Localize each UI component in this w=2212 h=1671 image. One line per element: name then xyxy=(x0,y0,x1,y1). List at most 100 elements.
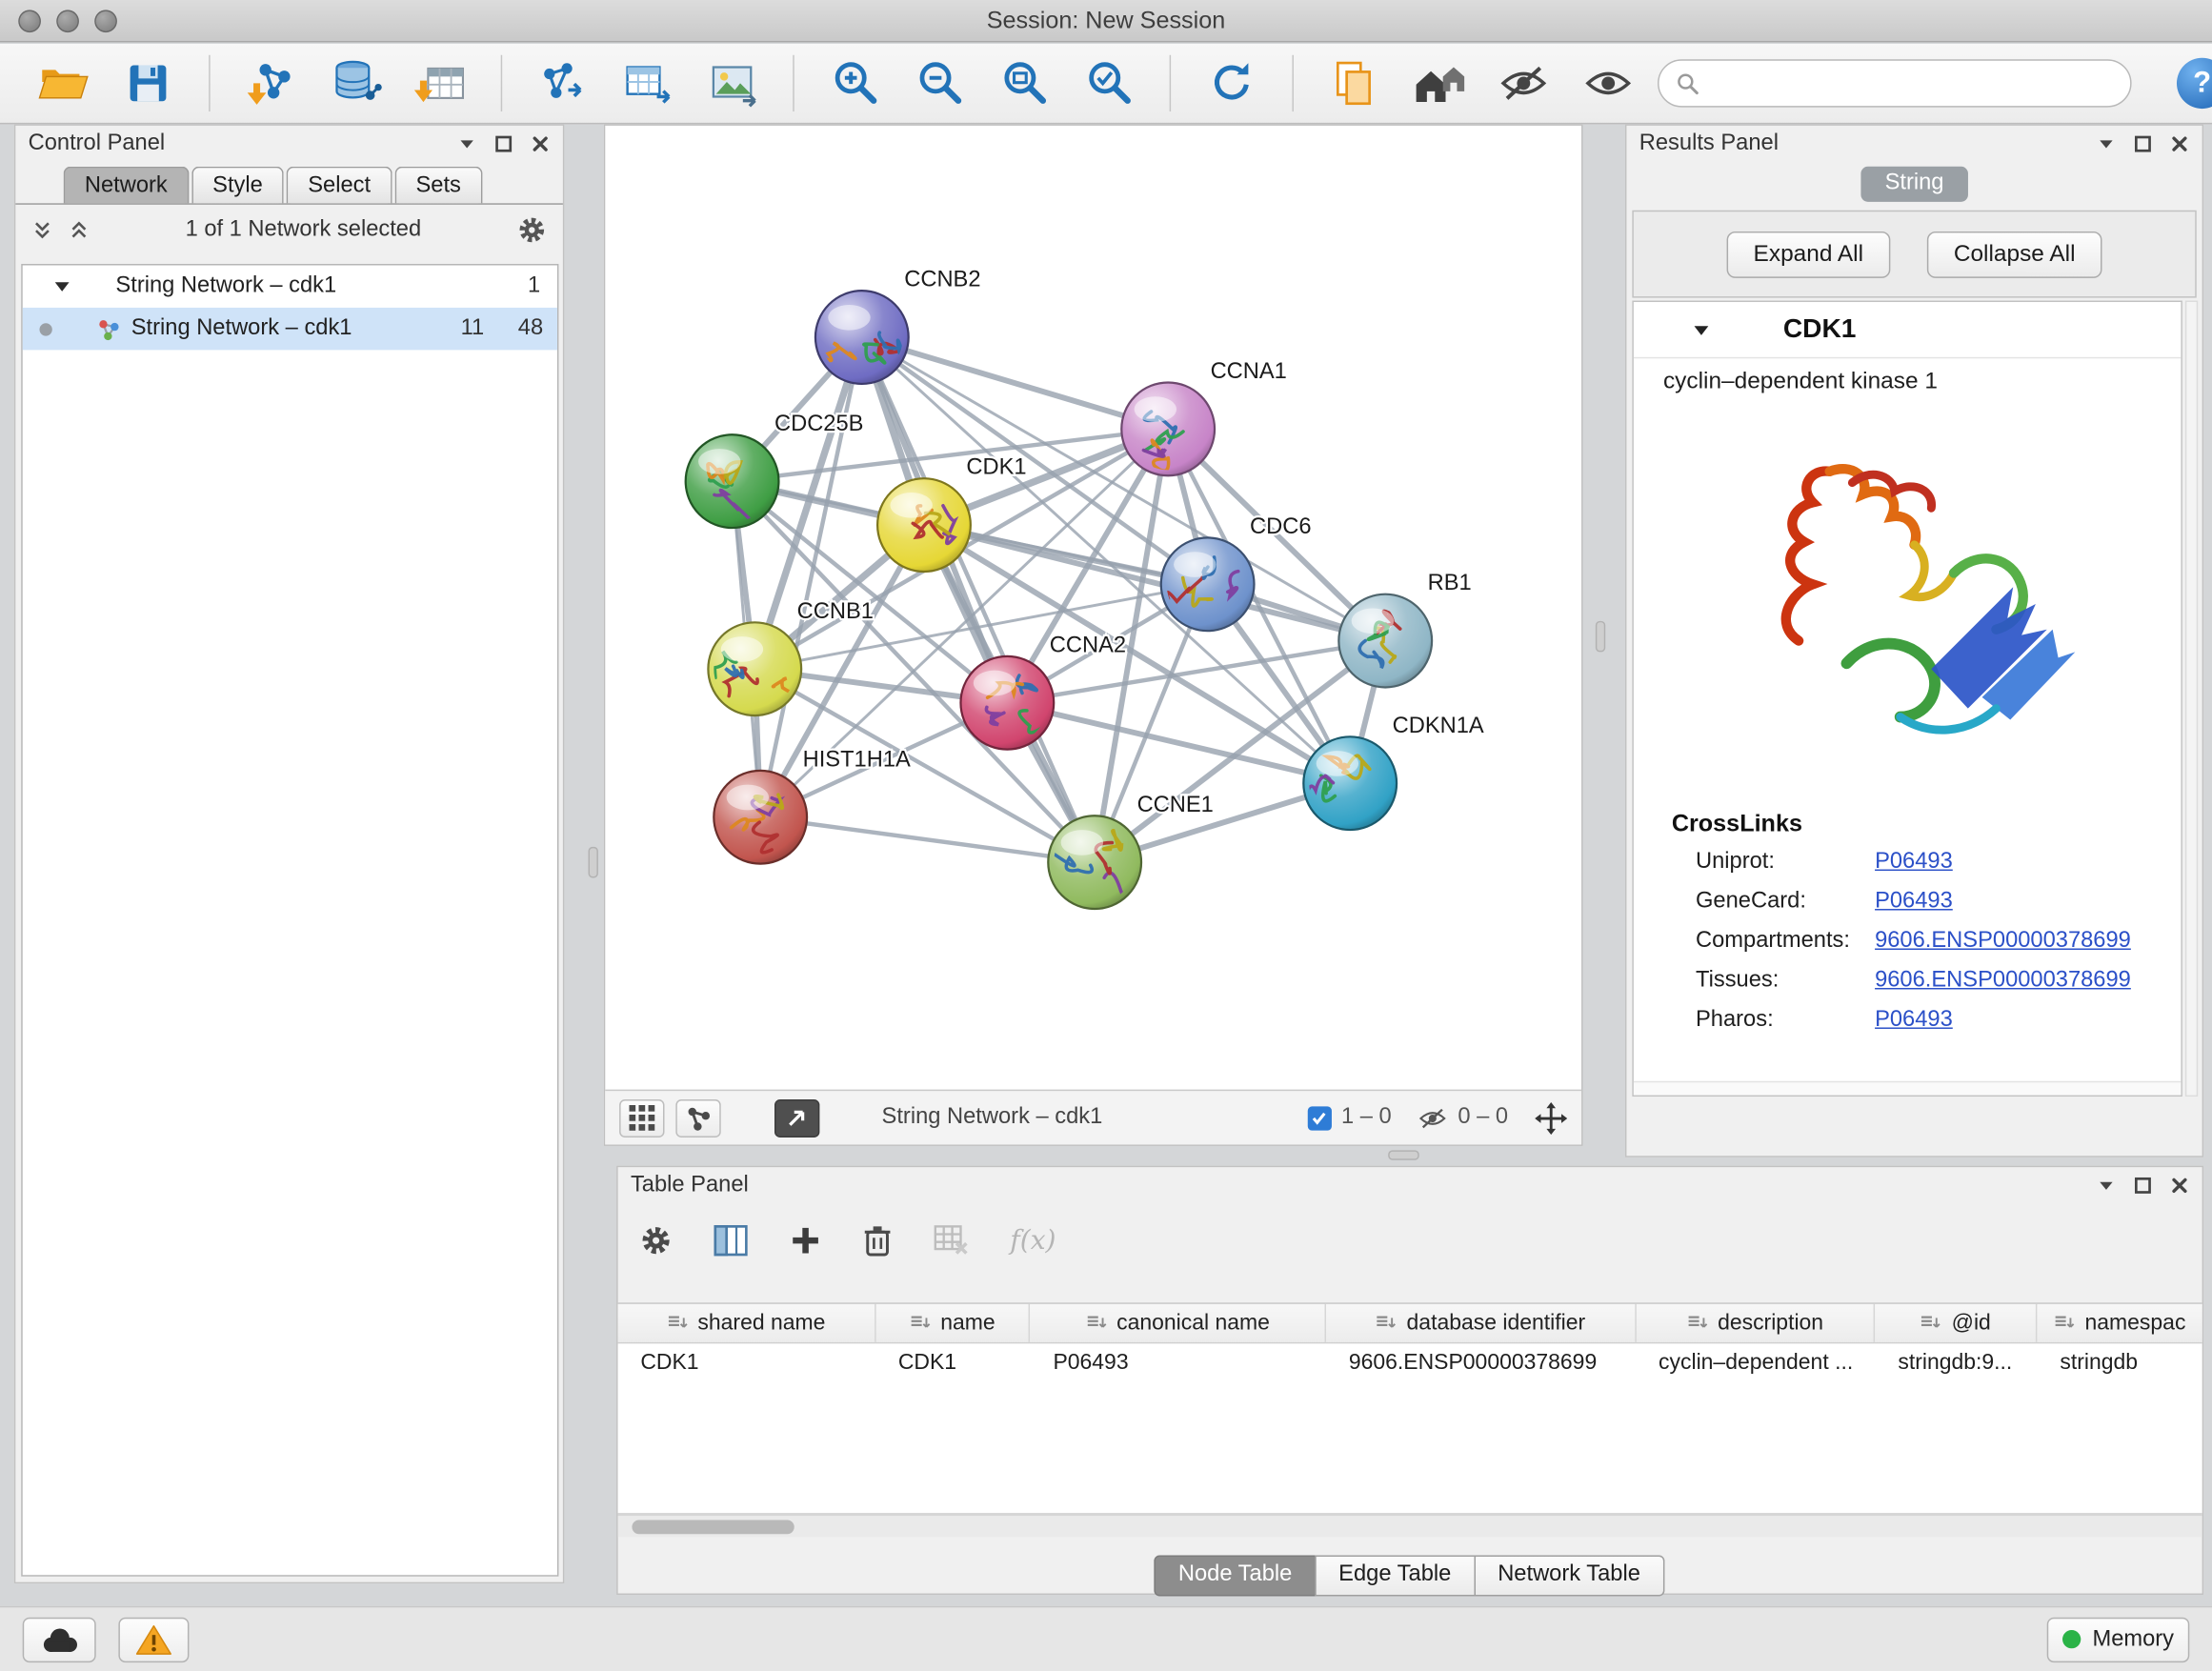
pan-move-icon[interactable] xyxy=(1535,1101,1567,1134)
float-panel-icon[interactable] xyxy=(2097,1175,2117,1195)
column-header-description[interactable]: description xyxy=(1636,1304,1875,1342)
close-window-button[interactable] xyxy=(18,10,41,32)
network-node-CDC25B[interactable] xyxy=(686,434,779,528)
new-table-button[interactable] xyxy=(613,50,683,117)
maximize-panel-icon[interactable] xyxy=(2133,133,2153,153)
zoom-selected-button[interactable] xyxy=(1074,50,1144,117)
tab-string[interactable]: String xyxy=(1860,167,1967,202)
results-horizontal-scrollbar[interactable] xyxy=(1634,1081,2182,1096)
network-edge-CCNB2-HIST1H1A[interactable] xyxy=(760,337,862,817)
crosslink-link[interactable]: 9606.ENSP00000378699 xyxy=(1875,968,2131,994)
function-builder-button[interactable]: f(x) xyxy=(1010,1225,1056,1257)
zoom-fit-button[interactable] xyxy=(989,50,1059,117)
tab-sets[interactable]: Sets xyxy=(394,167,482,204)
birds-eye-view-button[interactable] xyxy=(619,1098,664,1137)
network-node-CCNA2[interactable] xyxy=(960,656,1054,750)
detach-view-button[interactable] xyxy=(774,1098,819,1137)
home-button[interactable] xyxy=(1403,50,1474,117)
network-edge-CCNB2-CCNA1[interactable] xyxy=(862,337,1168,429)
network-overview-button[interactable] xyxy=(675,1098,720,1137)
close-panel-icon[interactable] xyxy=(531,133,551,153)
expand-all-icon[interactable] xyxy=(70,220,90,240)
tab-network-table[interactable]: Network Table xyxy=(1474,1556,1664,1597)
column-header-namespace[interactable]: namespac xyxy=(2038,1304,2202,1342)
collapse-all-button[interactable]: Collapse All xyxy=(1927,231,2102,277)
import-table-button[interactable] xyxy=(405,50,475,117)
toolbar-search xyxy=(1658,59,2132,107)
gear-icon[interactable] xyxy=(517,216,546,245)
tab-select[interactable]: Select xyxy=(287,167,392,204)
network-node-CDK1[interactable] xyxy=(877,478,971,572)
delete-table-icon[interactable] xyxy=(934,1225,968,1257)
warnings-button[interactable] xyxy=(118,1617,189,1661)
network-node-CCNB1[interactable] xyxy=(708,622,801,715)
crosslink-link[interactable]: P06493 xyxy=(1875,850,1953,876)
results-vertical-scrollbar[interactable] xyxy=(2185,301,2198,1097)
cloud-status-button[interactable] xyxy=(23,1617,96,1661)
float-panel-icon[interactable] xyxy=(2097,133,2117,153)
network-canvas[interactable]: CCNB2CCNA1CDC25BCDK1CDC6RB1CCNB1CCNA2CDK… xyxy=(605,126,1581,1090)
maximize-panel-icon[interactable] xyxy=(2133,1175,2153,1195)
left-splitter-handle[interactable] xyxy=(589,847,598,878)
close-panel-icon[interactable] xyxy=(2170,133,2190,153)
save-session-button[interactable] xyxy=(112,50,183,117)
column-header-id[interactable]: @id xyxy=(1876,1304,2038,1342)
network-node-RB1[interactable] xyxy=(1338,594,1432,688)
add-column-icon[interactable] xyxy=(790,1225,821,1257)
tree-row-collection[interactable]: String Network – cdk1 1 xyxy=(23,266,557,308)
network-node-CCNB2[interactable] xyxy=(815,291,909,384)
help-button[interactable]: ? xyxy=(2177,58,2212,109)
tree-row-network[interactable]: String Network – cdk1 11 48 xyxy=(23,308,557,350)
column-header-shared-name[interactable]: shared name xyxy=(618,1304,876,1342)
crosslink-link[interactable]: P06493 xyxy=(1875,1008,1953,1034)
right-splitter-handle[interactable] xyxy=(1596,621,1605,653)
search-input[interactable] xyxy=(1711,70,2113,96)
column-header-database-identifier[interactable]: database identifier xyxy=(1326,1304,1636,1342)
crosslink-link[interactable]: P06493 xyxy=(1875,889,1953,915)
disclosure-triangle-icon[interactable] xyxy=(1693,323,1710,337)
network-node-CCNE1[interactable] xyxy=(1048,815,1141,910)
table-settings-gear-icon[interactable] xyxy=(640,1225,672,1257)
memory-button[interactable]: Memory xyxy=(2047,1617,2189,1661)
collapse-all-icon[interactable] xyxy=(32,220,52,240)
zoom-out-button[interactable] xyxy=(904,50,975,117)
maximize-panel-icon[interactable] xyxy=(493,133,513,153)
new-network-from-selection-button[interactable] xyxy=(528,50,598,117)
close-panel-icon[interactable] xyxy=(2170,1175,2190,1195)
import-network-file-button[interactable] xyxy=(235,50,306,117)
network-node-CDC6[interactable] xyxy=(1161,537,1255,631)
tab-network[interactable]: Network xyxy=(64,167,189,204)
column-header-name[interactable]: name xyxy=(875,1304,1031,1342)
zoom-in-button[interactable] xyxy=(819,50,890,117)
import-network-database-button[interactable] xyxy=(320,50,391,117)
selected-checkbox[interactable] xyxy=(1307,1106,1331,1130)
minimize-window-button[interactable] xyxy=(56,10,79,32)
tab-style[interactable]: Style xyxy=(191,167,284,204)
network-edge-HIST1H1A-CCNE1[interactable] xyxy=(760,817,1095,862)
float-panel-icon[interactable] xyxy=(457,133,477,153)
zoom-window-button[interactable] xyxy=(94,10,117,32)
disclosure-triangle-icon[interactable] xyxy=(53,279,70,293)
crosslink-link[interactable]: 9606.ENSP00000378699 xyxy=(1875,929,2131,955)
open-session-button[interactable] xyxy=(29,50,99,117)
apply-layout-button[interactable] xyxy=(1196,50,1267,117)
delete-column-trash-icon[interactable] xyxy=(863,1223,892,1258)
network-node-HIST1H1A[interactable] xyxy=(714,771,807,864)
table-row[interactable]: CDK1 CDK1 P06493 9606.ENSP00000378699 cy… xyxy=(618,1343,2202,1382)
network-node-CDKN1A[interactable] xyxy=(1303,736,1397,830)
scrollbar-thumb[interactable] xyxy=(632,1520,794,1534)
network-edge-CCNB2-CCNE1[interactable] xyxy=(862,337,1095,862)
tab-node-table[interactable]: Node Table xyxy=(1155,1556,1317,1597)
hidden-eye-icon[interactable] xyxy=(1418,1103,1448,1133)
network-node-CCNA1[interactable] xyxy=(1121,382,1215,475)
show-columns-icon[interactable] xyxy=(714,1225,748,1257)
expand-all-button[interactable]: Expand All xyxy=(1726,231,1890,277)
bottom-splitter-handle[interactable] xyxy=(1388,1150,1419,1159)
gene-entry-header[interactable]: CDK1 xyxy=(1634,302,2182,358)
duplicate-button[interactable] xyxy=(1319,50,1390,117)
tab-edge-table[interactable]: Edge Table xyxy=(1315,1556,1475,1597)
hide-details-button[interactable] xyxy=(1488,50,1558,117)
export-image-button[interactable] xyxy=(697,50,768,117)
column-header-canonical-name[interactable]: canonical name xyxy=(1031,1304,1326,1342)
show-details-button[interactable] xyxy=(1573,50,1643,117)
